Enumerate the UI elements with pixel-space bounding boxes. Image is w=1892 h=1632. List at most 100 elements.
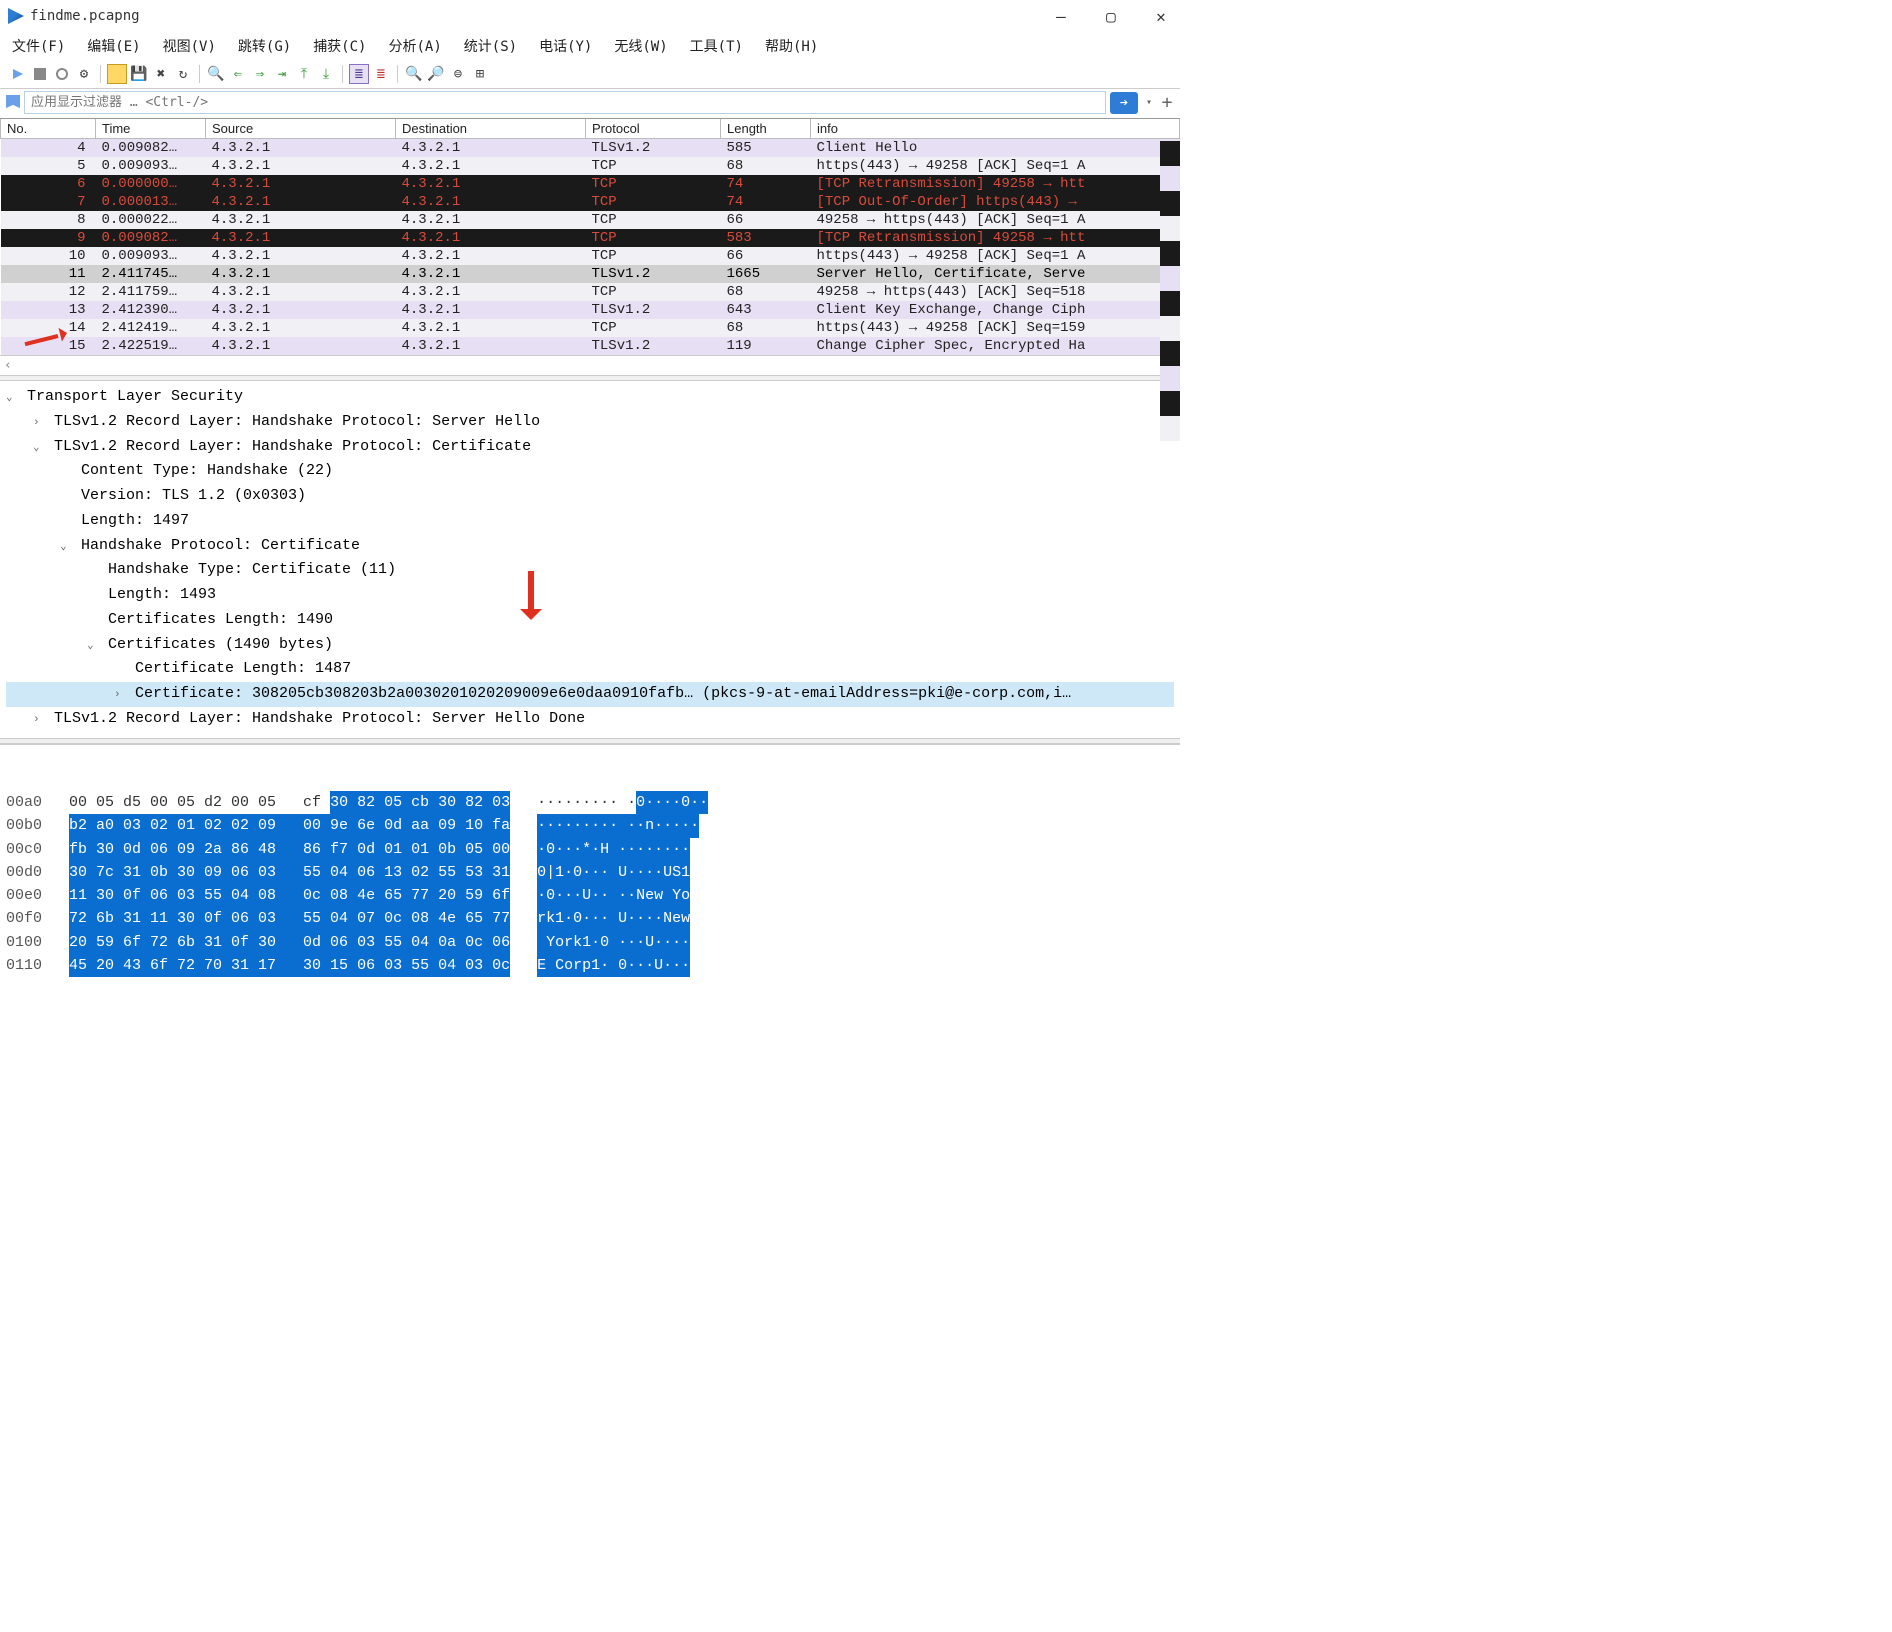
intelligent-scrollbar-segment[interactable] [1160, 341, 1180, 366]
packet-row[interactable]: 60.000000…4.3.2.14.3.2.1TCP74[TCP Retran… [1, 175, 1180, 193]
restart-capture-icon[interactable] [52, 64, 72, 84]
caret-collapsed-icon[interactable]: › [114, 686, 126, 704]
menu-capture[interactable]: 捕获(C) [313, 36, 366, 56]
close-file-icon[interactable]: ✖ [151, 64, 171, 84]
packet-row[interactable]: 90.009082…4.3.2.14.3.2.1TCP583[TCP Retra… [1, 229, 1180, 247]
apply-filter-button[interactable]: ➔ [1110, 92, 1138, 114]
packet-row[interactable]: 80.000022…4.3.2.14.3.2.1TCP6649258 → htt… [1, 211, 1180, 229]
zoom-reset-icon[interactable]: ⊜ [448, 64, 468, 84]
display-filter-input[interactable] [24, 91, 1106, 114]
detail-tree-row[interactable]: Version: TLS 1.2 (0x0303) [6, 484, 1174, 509]
detail-tree-row[interactable]: ⌄ Certificates (1490 bytes) [6, 633, 1174, 658]
caret-collapsed-icon[interactable]: › [33, 414, 45, 432]
detail-tree-row[interactable]: › Certificate: 308205cb308203b2a00302010… [6, 682, 1174, 707]
packet-row[interactable]: 40.009082…4.3.2.14.3.2.1TLSv1.2585Client… [1, 139, 1180, 158]
autoscroll-icon[interactable]: ≣ [349, 64, 369, 84]
caret-expanded-icon[interactable]: ⌄ [6, 389, 18, 407]
packet-row[interactable]: 122.411759…4.3.2.14.3.2.1TCP6849258 → ht… [1, 283, 1180, 301]
menu-file[interactable]: 文件(F) [12, 36, 65, 56]
detail-tree-row[interactable]: Content Type: Handshake (22) [6, 459, 1174, 484]
zoom-in-icon[interactable]: 🔍 [404, 64, 424, 84]
column-header-length[interactable]: Length [721, 119, 811, 139]
detail-tree-row[interactable]: Length: 1493 [6, 583, 1174, 608]
intelligent-scrollbar-segment[interactable] [1160, 166, 1180, 191]
hex-row[interactable]: 00e0 11 30 0f 06 03 55 04 08 0c 08 4e 65… [6, 884, 1180, 907]
find-icon[interactable]: 🔍 [206, 64, 226, 84]
cell-time: 2.412390… [96, 301, 206, 319]
column-header-destination[interactable]: Destination [396, 119, 586, 139]
go-first-icon[interactable]: ⤒ [294, 64, 314, 84]
column-header-no[interactable]: No. [1, 119, 96, 139]
go-last-icon[interactable]: ⤓ [316, 64, 336, 84]
intelligent-scrollbar-segment[interactable] [1160, 316, 1180, 341]
detail-tree-row[interactable]: ⌄ TLSv1.2 Record Layer: Handshake Protoc… [6, 435, 1174, 460]
column-header-time[interactable]: Time [96, 119, 206, 139]
caret-expanded-icon[interactable]: ⌄ [60, 538, 72, 556]
start-capture-icon[interactable] [8, 64, 28, 84]
intelligent-scrollbar-segment[interactable] [1160, 216, 1180, 241]
resize-columns-icon[interactable]: ⊞ [470, 64, 490, 84]
menu-view[interactable]: 视图(V) [163, 36, 216, 56]
detail-tree-row[interactable]: › TLSv1.2 Record Layer: Handshake Protoc… [6, 707, 1174, 732]
bookmark-icon[interactable] [6, 95, 20, 111]
intelligent-scrollbar-segment[interactable] [1160, 266, 1180, 291]
stop-capture-icon[interactable] [30, 64, 50, 84]
go-forward-icon[interactable]: ⇒ [250, 64, 270, 84]
packet-row[interactable]: 112.411745…4.3.2.14.3.2.1TLSv1.21665Serv… [1, 265, 1180, 283]
reload-file-icon[interactable]: ↻ [173, 64, 193, 84]
column-header-source[interactable]: Source [206, 119, 396, 139]
menu-go[interactable]: 跳转(G) [238, 36, 291, 56]
hex-row[interactable]: 00a0 00 05 d5 00 05 d2 00 05 cf 30 82 05… [6, 791, 1180, 814]
menu-telephony[interactable]: 电话(Y) [539, 36, 592, 56]
caret-expanded-icon[interactable]: ⌄ [87, 637, 99, 655]
packet-row[interactable]: 142.412419…4.3.2.14.3.2.1TCP68https(443)… [1, 319, 1180, 337]
intelligent-scrollbar-segment[interactable] [1160, 241, 1180, 266]
packet-row[interactable]: 70.000013…4.3.2.14.3.2.1TCP74[TCP Out-Of… [1, 193, 1180, 211]
jump-to-icon[interactable]: ⇥ [272, 64, 292, 84]
menu-analyze[interactable]: 分析(A) [388, 36, 441, 56]
hex-row[interactable]: 00b0 b2 a0 03 02 01 02 02 09 00 9e 6e 0d… [6, 814, 1180, 837]
detail-tree-row[interactable]: › TLSv1.2 Record Layer: Handshake Protoc… [6, 410, 1174, 435]
menu-wireless[interactable]: 无线(W) [614, 36, 667, 56]
hex-row[interactable]: 0100 20 59 6f 72 6b 31 0f 30 0d 06 03 55… [6, 931, 1180, 954]
colorize-icon[interactable]: ≣ [371, 64, 391, 84]
packet-row[interactable]: 132.412390…4.3.2.14.3.2.1TLSv1.2643Clien… [1, 301, 1180, 319]
menu-statistics[interactable]: 统计(S) [464, 36, 517, 56]
capture-options-icon[interactable]: ⚙ [74, 64, 94, 84]
packet-row[interactable]: 100.009093…4.3.2.14.3.2.1TCP66https(443)… [1, 247, 1180, 265]
packet-row[interactable]: 50.009093…4.3.2.14.3.2.1TCP68https(443) … [1, 157, 1180, 175]
hex-row[interactable]: 00f0 72 6b 31 11 30 0f 06 03 55 04 07 0c… [6, 907, 1180, 930]
go-back-icon[interactable]: ⇐ [228, 64, 248, 84]
open-file-icon[interactable] [107, 64, 127, 84]
horizontal-scrollbar[interactable]: ‹› [0, 355, 1180, 375]
caret-collapsed-icon[interactable]: › [33, 711, 45, 729]
hex-row[interactable]: 00d0 30 7c 31 0b 30 09 06 03 55 04 06 13… [6, 861, 1180, 884]
intelligent-scrollbar-segment[interactable] [1160, 291, 1180, 316]
detail-tree-row[interactable]: ⌄ Transport Layer Security [6, 385, 1174, 410]
save-file-icon[interactable]: 💾 [129, 64, 149, 84]
menu-edit[interactable]: 编辑(E) [87, 36, 140, 56]
detail-tree-row[interactable]: Length: 1497 [6, 509, 1174, 534]
hex-row[interactable]: 00c0 fb 30 0d 06 09 2a 86 48 86 f7 0d 01… [6, 838, 1180, 861]
filter-dropdown-icon[interactable]: ▾ [1142, 92, 1156, 114]
detail-tree-row[interactable]: Certificate Length: 1487 [6, 657, 1174, 682]
detail-tree-row[interactable]: Certificates Length: 1490 [6, 608, 1174, 633]
cell-time: 0.000013… [96, 193, 206, 211]
intelligent-scrollbar-segment[interactable] [1160, 191, 1180, 216]
maximize-button[interactable]: ▢ [1100, 7, 1122, 26]
detail-tree-row[interactable]: ⌄ Handshake Protocol: Certificate [6, 534, 1174, 559]
column-header-protocol[interactable]: Protocol [586, 119, 721, 139]
intelligent-scrollbar-segment[interactable] [1160, 141, 1180, 166]
packet-row[interactable]: 152.422519…4.3.2.14.3.2.1TLSv1.2119Chang… [1, 337, 1180, 355]
add-filter-button[interactable]: + [1160, 92, 1174, 113]
menu-tools[interactable]: 工具(T) [690, 36, 743, 56]
zoom-out-icon[interactable]: 🔎 [426, 64, 446, 84]
minimize-button[interactable]: — [1050, 7, 1072, 26]
detail-tree-row[interactable]: Handshake Type: Certificate (11) [6, 558, 1174, 583]
hex-row[interactable]: 0110 45 20 43 6f 72 70 31 17 30 15 06 03… [6, 954, 1180, 977]
close-button[interactable]: ✕ [1150, 7, 1172, 26]
caret-expanded-icon[interactable]: ⌄ [33, 439, 45, 457]
hex-bytes-selected: 30 82 05 cb 30 82 03 [330, 791, 510, 814]
menu-help[interactable]: 帮助(H) [765, 36, 818, 56]
column-header-info[interactable]: info [811, 119, 1180, 139]
